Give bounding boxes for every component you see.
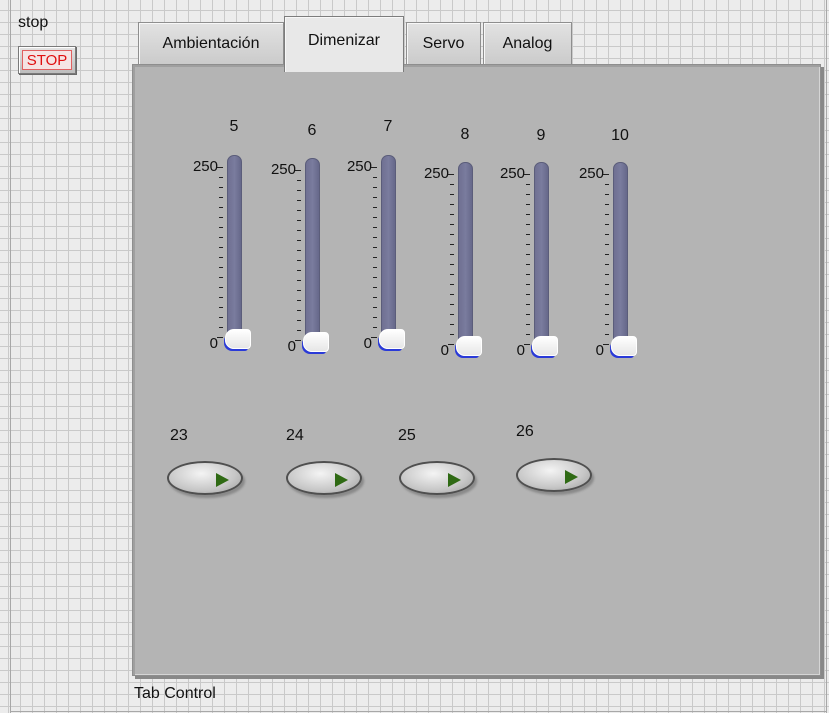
slider-thumb[interactable] (225, 329, 251, 349)
button-label: 26 (516, 423, 534, 440)
tab-analog[interactable]: Analog (483, 22, 572, 64)
slider-thumb[interactable] (611, 336, 637, 356)
play-arrow-icon (565, 470, 578, 484)
stop-label: stop (18, 14, 49, 31)
button-label: 24 (286, 427, 304, 444)
slider-max-label: 250 (423, 165, 449, 182)
slider-label: 6 (307, 122, 317, 139)
front-panel-border-left (10, 0, 11, 713)
slider-scale-ticks (524, 162, 530, 354)
slider-label: 5 (229, 118, 239, 135)
button-label: 25 (398, 427, 416, 444)
tab-ambientacion[interactable]: Ambientación (138, 22, 284, 64)
front-panel-border-right (826, 0, 827, 713)
slider-max-label: 250 (499, 165, 525, 182)
slider-track[interactable] (534, 162, 549, 354)
slider-label: 7 (383, 118, 393, 135)
tab-dimenizar[interactable]: Dimenizar (284, 16, 404, 72)
toggle-button[interactable] (167, 461, 243, 495)
toggle-button[interactable] (286, 461, 362, 495)
slider-scale-ticks (217, 155, 223, 347)
slider-label: 8 (460, 126, 470, 143)
play-arrow-icon (448, 473, 461, 487)
slider-max-label: 250 (192, 158, 218, 175)
slider-max-label: 250 (578, 165, 604, 182)
front-panel-border-bottom (10, 711, 827, 712)
tab-control-label: Tab Control (134, 685, 216, 702)
slider-scale-ticks (448, 162, 454, 354)
stop-button-text: STOP (22, 50, 72, 70)
tab-servo[interactable]: Servo (406, 22, 481, 64)
slider-thumb[interactable] (532, 336, 558, 356)
slider-thumb[interactable] (456, 336, 482, 356)
toggle-button[interactable] (399, 461, 475, 495)
play-arrow-icon (216, 473, 229, 487)
slider-track[interactable] (458, 162, 473, 354)
slider-label: 10 (611, 127, 629, 144)
button-label: 23 (170, 427, 188, 444)
slider-scale-ticks (371, 155, 377, 347)
toggle-button[interactable] (516, 458, 592, 492)
slider-max-label: 250 (270, 161, 296, 178)
slider-thumb[interactable] (379, 329, 405, 349)
slider-track[interactable] (305, 158, 320, 350)
slider-max-label: 250 (346, 158, 372, 175)
slider-track[interactable] (227, 155, 242, 347)
play-arrow-icon (335, 473, 348, 487)
slider-scale-ticks (603, 162, 609, 354)
slider-label: 9 (536, 127, 546, 144)
slider-scale-ticks (295, 158, 301, 350)
slider-track[interactable] (381, 155, 396, 347)
slider-thumb[interactable] (303, 332, 329, 352)
stop-button[interactable]: STOP (18, 46, 76, 74)
slider-track[interactable] (613, 162, 628, 354)
